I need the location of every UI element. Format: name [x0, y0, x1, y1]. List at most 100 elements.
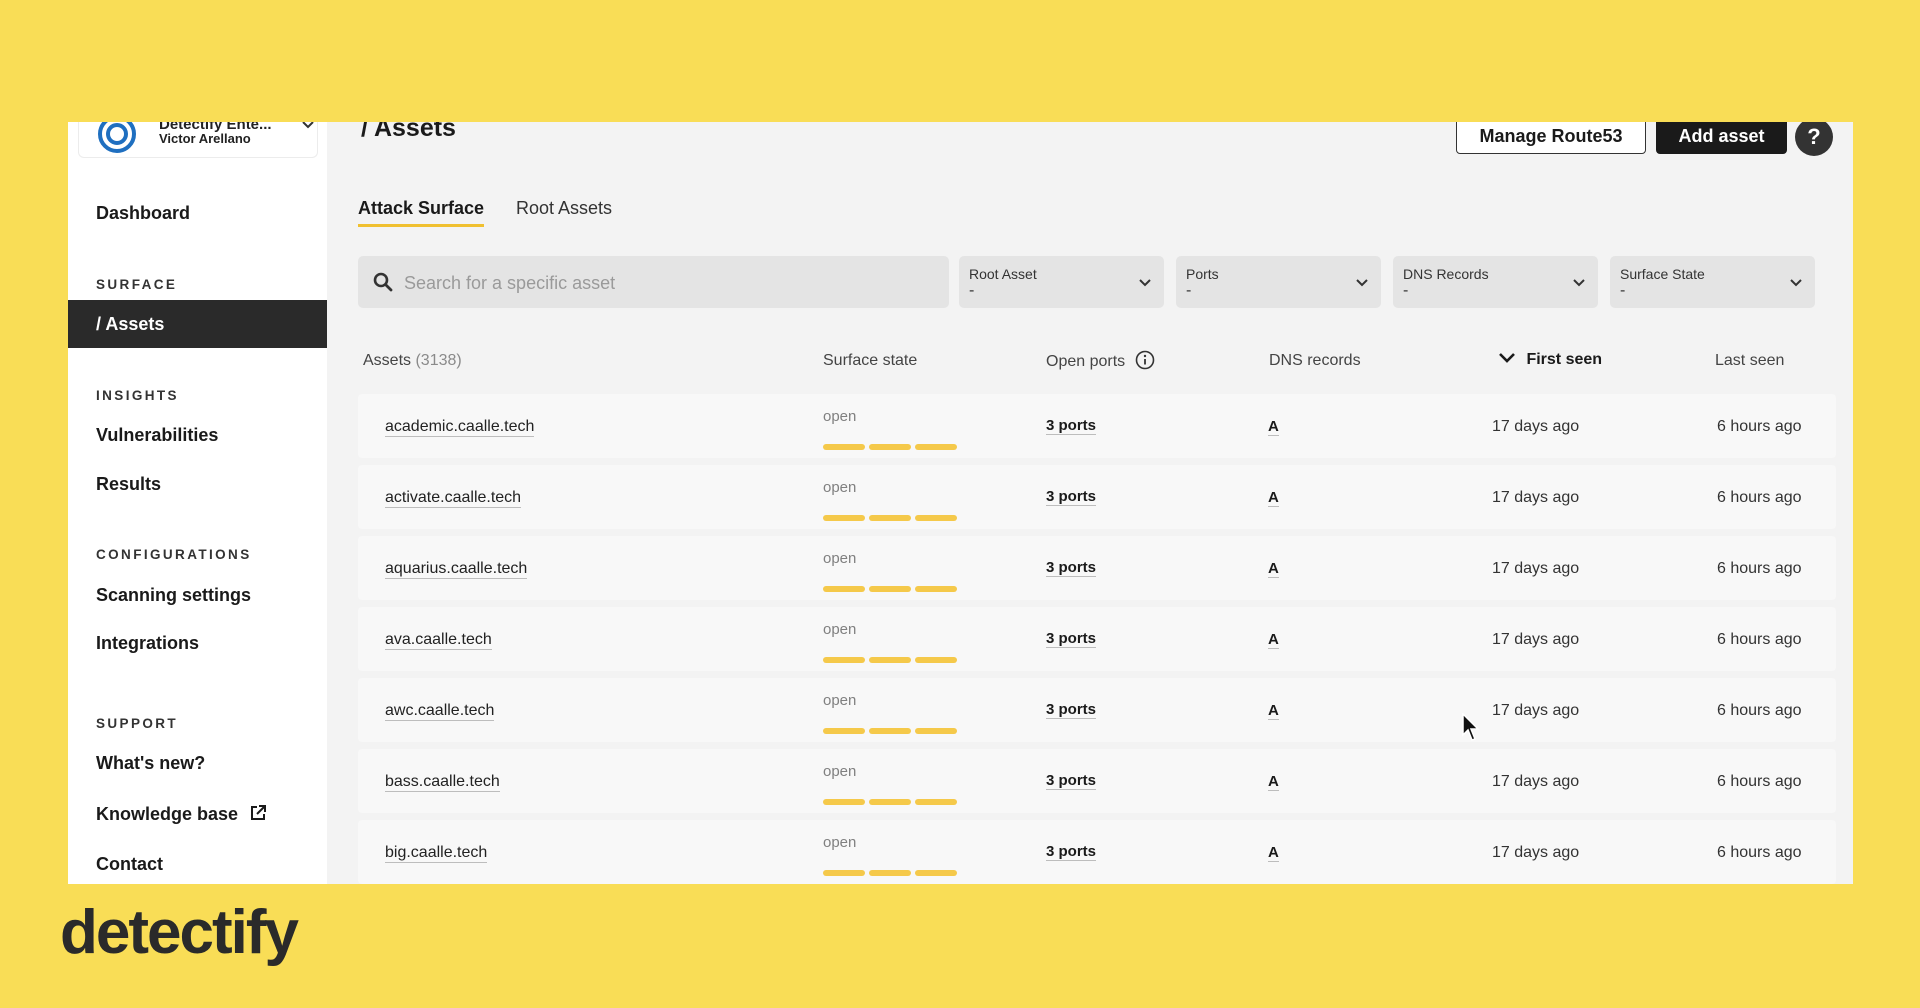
- column-header-surface-state[interactable]: Surface state: [823, 352, 917, 370]
- sidebar-item-dashboard[interactable]: Dashboard: [68, 189, 327, 237]
- sidebar-item-whats-new[interactable]: What's new?: [68, 739, 327, 787]
- first-seen-value: 17 days ago: [1492, 418, 1580, 435]
- assets-count: (3138): [415, 352, 462, 369]
- first-seen-value: 17 days ago: [1492, 773, 1580, 790]
- first-seen-value: 17 days ago: [1492, 489, 1580, 506]
- column-header-assets[interactable]: Assets (3138): [363, 352, 462, 370]
- table-row[interactable]: academic.caalle.tech open 3 ports A 17 d…: [358, 394, 1836, 458]
- section-label-support: SUPPORT: [96, 716, 179, 731]
- column-header-dns-records[interactable]: DNS records: [1269, 352, 1361, 370]
- dns-record-link[interactable]: A: [1268, 631, 1279, 649]
- search-icon: [373, 272, 393, 292]
- workspace-switcher[interactable]: Detectify Ente... Victor Arellano: [78, 122, 318, 158]
- chevron-down-icon: [302, 122, 314, 129]
- asset-link[interactable]: ava.caalle.tech: [385, 631, 492, 650]
- tab-root-assets[interactable]: Root Assets: [516, 198, 612, 224]
- filter-surface-state[interactable]: Surface State -: [1610, 256, 1815, 308]
- first-seen-value: 17 days ago: [1492, 844, 1580, 861]
- dns-record-link[interactable]: A: [1268, 844, 1279, 862]
- surface-state-text: open: [823, 621, 857, 638]
- chevron-down-icon: [1356, 279, 1368, 287]
- dns-record-link[interactable]: A: [1268, 418, 1279, 436]
- open-ports-link[interactable]: 3 ports: [1046, 843, 1097, 861]
- open-ports-link[interactable]: 3 ports: [1046, 772, 1097, 790]
- section-label-configurations: CONFIGURATIONS: [96, 547, 252, 562]
- column-header-open-ports[interactable]: Open ports: [1046, 350, 1155, 372]
- sidebar: Detectify Ente... Victor Arellano Dashbo…: [68, 122, 327, 884]
- chevron-down-icon: [1790, 279, 1802, 287]
- sidebar-item-results[interactable]: Results: [68, 460, 327, 508]
- asset-link[interactable]: activate.caalle.tech: [385, 489, 522, 508]
- asset-link[interactable]: aquarius.caalle.tech: [385, 560, 528, 579]
- last-seen-value: 6 hours ago: [1717, 702, 1802, 719]
- tab-attack-surface[interactable]: Attack Surface: [358, 198, 485, 227]
- sort-descending-icon: [1499, 352, 1515, 363]
- column-header-first-seen[interactable]: First seen: [1498, 351, 1602, 369]
- open-ports-link[interactable]: 3 ports: [1046, 701, 1097, 719]
- section-label-surface: SURFACE: [96, 277, 178, 292]
- filter-label: DNS Records: [1403, 266, 1489, 282]
- info-icon[interactable]: [1135, 350, 1155, 370]
- manage-route53-button[interactable]: Manage Route53: [1456, 122, 1646, 154]
- sidebar-item-vulnerabilities[interactable]: Vulnerabilities: [68, 411, 327, 459]
- filter-label: Ports: [1186, 266, 1219, 282]
- filter-root-asset[interactable]: Root Asset -: [959, 256, 1164, 308]
- asset-link[interactable]: bass.caalle.tech: [385, 773, 500, 792]
- first-seen-header-label: First seen: [1526, 351, 1603, 368]
- sidebar-item-assets[interactable]: / Assets: [68, 300, 327, 348]
- surface-state-text: open: [823, 692, 857, 709]
- sidebar-item-scanning-settings[interactable]: Scanning settings: [68, 571, 327, 619]
- section-label-insights: INSIGHTS: [96, 388, 179, 403]
- asset-link[interactable]: academic.caalle.tech: [385, 418, 535, 437]
- mouse-cursor-icon: [1462, 713, 1480, 741]
- table-row[interactable]: activate.caalle.tech open 3 ports A 17 d…: [358, 465, 1836, 529]
- table-row[interactable]: aquarius.caalle.tech open 3 ports A 17 d…: [358, 536, 1836, 600]
- open-ports-link[interactable]: 3 ports: [1046, 630, 1097, 648]
- last-seen-value: 6 hours ago: [1717, 844, 1802, 861]
- search-input[interactable]: [402, 266, 936, 300]
- last-seen-value: 6 hours ago: [1717, 560, 1802, 577]
- dns-record-link[interactable]: A: [1268, 773, 1279, 791]
- filter-value: -: [1186, 282, 1192, 299]
- asset-link[interactable]: big.caalle.tech: [385, 844, 488, 863]
- assets-header-label: Assets: [363, 352, 412, 369]
- open-ports-header-label: Open ports: [1046, 353, 1126, 371]
- help-button[interactable]: ?: [1795, 122, 1833, 156]
- filter-value: -: [1403, 282, 1409, 299]
- table-row[interactable]: big.caalle.tech open 3 ports A 17 days a…: [358, 820, 1836, 884]
- asset-link[interactable]: awc.caalle.tech: [385, 702, 495, 721]
- dns-record-link[interactable]: A: [1268, 702, 1279, 720]
- filter-dns-records[interactable]: DNS Records -: [1393, 256, 1598, 308]
- last-seen-value: 6 hours ago: [1717, 631, 1802, 648]
- open-ports-link[interactable]: 3 ports: [1046, 417, 1097, 435]
- surface-state-bars: [823, 863, 961, 876]
- search-box: [358, 256, 949, 308]
- surface-state-text: open: [823, 763, 857, 780]
- detectify-logo-icon: [98, 122, 136, 153]
- surface-state-text: open: [823, 834, 857, 851]
- app-window: Detectify Ente... Victor Arellano Dashbo…: [68, 122, 1853, 884]
- sidebar-item-contact[interactable]: Contact: [68, 840, 327, 884]
- last-seen-value: 6 hours ago: [1717, 489, 1802, 506]
- table-row[interactable]: awc.caalle.tech open 3 ports A 17 days a…: [358, 678, 1836, 742]
- chevron-down-icon: [1573, 279, 1585, 287]
- last-seen-value: 6 hours ago: [1717, 773, 1802, 790]
- surface-state-bars: [823, 508, 961, 521]
- open-ports-link[interactable]: 3 ports: [1046, 488, 1097, 506]
- filter-value: -: [1620, 282, 1626, 299]
- surface-state-bars: [823, 721, 961, 734]
- table-row[interactable]: ava.caalle.tech open 3 ports A 17 days a…: [358, 607, 1836, 671]
- filter-ports[interactable]: Ports -: [1176, 256, 1381, 308]
- dns-record-link[interactable]: A: [1268, 560, 1279, 578]
- add-asset-button[interactable]: Add asset: [1656, 122, 1787, 154]
- sidebar-item-integrations[interactable]: Integrations: [68, 619, 327, 667]
- surface-state-bars: [823, 792, 961, 805]
- open-ports-link[interactable]: 3 ports: [1046, 559, 1097, 577]
- column-header-last-seen[interactable]: Last seen: [1715, 352, 1784, 370]
- sidebar-item-knowledge-base[interactable]: Knowledge base: [68, 790, 327, 838]
- surface-state-bars: [823, 437, 961, 450]
- dns-record-link[interactable]: A: [1268, 489, 1279, 507]
- surface-state-text: open: [823, 408, 857, 425]
- filter-value: -: [969, 282, 975, 299]
- table-row[interactable]: bass.caalle.tech open 3 ports A 17 days …: [358, 749, 1836, 813]
